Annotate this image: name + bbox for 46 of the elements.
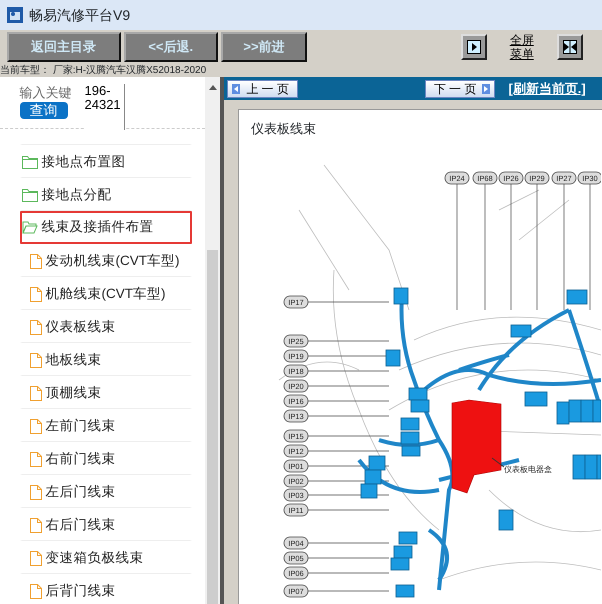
expand-button[interactable]	[461, 34, 487, 60]
tree-item[interactable]: 发动机线束(CVT车型)	[20, 244, 192, 277]
tree-item[interactable]: 后背门线束	[20, 574, 192, 604]
tree-item[interactable]: 仪表板线束	[20, 310, 192, 343]
document-icon	[30, 584, 42, 598]
tree-item[interactable]: 左后门线束	[20, 475, 192, 508]
query-button[interactable]: 查询	[20, 102, 68, 118]
tree-item[interactable]: 顶棚线束	[20, 376, 192, 409]
document-icon	[30, 452, 42, 466]
tree-item[interactable]: 右前门线束	[20, 442, 192, 475]
keyword-input-field[interactable]: 196-24321	[84, 84, 124, 130]
document-icon	[30, 386, 42, 400]
scroll-up-icon[interactable]	[208, 85, 216, 90]
split-button[interactable]	[556, 34, 582, 60]
search-label: 输入关键	[20, 84, 72, 102]
refresh-link[interactable]: [刷新当前页.]	[508, 78, 586, 98]
fullscreen-menu-link[interactable]: 全屏	[510, 33, 534, 47]
tree-item[interactable]: 变速箱负极线束	[20, 541, 192, 574]
tree-item[interactable]: 机舱线束(CVT车型)	[20, 277, 192, 310]
document-icon	[30, 484, 42, 500]
tree-item[interactable]: 线束及接插件布置	[20, 211, 192, 244]
tree-item[interactable]: 接地点布置图	[20, 145, 192, 178]
document-icon	[30, 286, 42, 302]
car-model-info: 当前车型： 厂家:H-汉腾汽车汉腾X52018-2020	[0, 64, 602, 77]
left-arrow-icon	[232, 84, 240, 94]
next-page-button[interactable]: 下 一 页	[424, 80, 496, 98]
right-arrow-icon	[482, 84, 490, 94]
split-arrows-icon	[562, 40, 576, 54]
app-logo-icon	[6, 7, 22, 23]
window-title: 畅易汽修平台V9	[29, 6, 130, 24]
scrollbar[interactable]	[205, 77, 220, 604]
callout-label: 仪表板电器盒	[504, 465, 552, 474]
document-icon	[30, 418, 42, 434]
tree-item[interactable]: 地板线束	[20, 343, 192, 376]
page-title: 仪表板线束	[251, 120, 316, 138]
fullscreen-menu-link[interactable]: 菜单	[510, 47, 534, 61]
document-icon	[30, 518, 42, 532]
tree-item[interactable]: 接地点分配	[20, 178, 192, 211]
document-icon	[30, 550, 42, 566]
document-icon	[30, 320, 42, 334]
previous-page-button[interactable]: 上 一 页	[227, 80, 298, 98]
tree-item[interactable]: 左前门线束	[20, 409, 192, 442]
document-icon	[30, 352, 42, 368]
tree-item[interactable]: 右后门线束	[20, 508, 192, 541]
leader-line	[492, 458, 504, 468]
document-icon	[30, 254, 42, 268]
